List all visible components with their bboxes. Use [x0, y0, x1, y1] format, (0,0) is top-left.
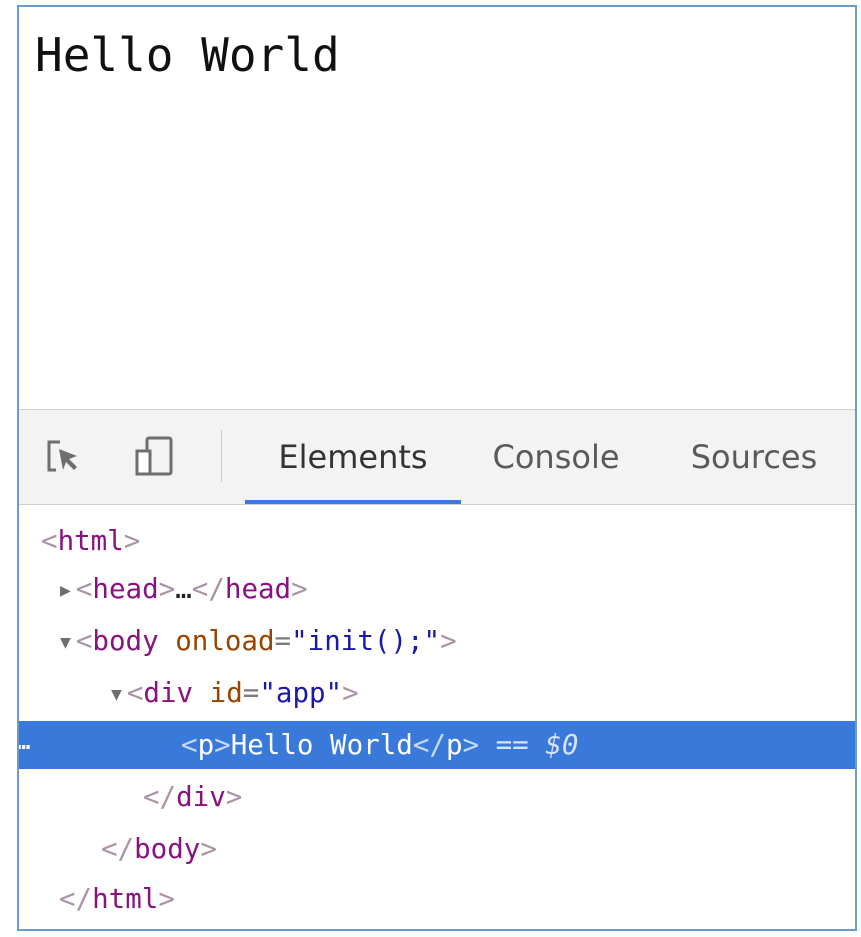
tag-name: head — [224, 573, 292, 605]
dom-node-html-open[interactable]: <html> — [19, 517, 855, 565]
dom-node-body-close[interactable]: </body> — [19, 825, 855, 873]
bracket: </ — [143, 781, 177, 813]
dom-node-div[interactable]: ▼ <div id="app"> — [19, 669, 855, 717]
bracket: > — [462, 729, 480, 761]
attribute-name: onload — [175, 625, 275, 657]
bracket: < — [75, 625, 93, 657]
tab-console[interactable]: Console — [481, 410, 631, 504]
bracket: > — [214, 729, 231, 761]
browser-window: Hello World Elements Console Sources <ht… — [17, 5, 857, 931]
attribute-value: "app" — [259, 677, 343, 709]
bracket: < — [75, 573, 93, 605]
bracket: > — [291, 573, 308, 605]
dom-node-div-close[interactable]: </div> — [19, 773, 855, 821]
bracket: < — [41, 525, 58, 557]
bracket: > — [158, 573, 176, 605]
page-paragraph: Hello World — [35, 28, 340, 82]
tab-elements[interactable]: Elements — [245, 410, 461, 504]
attribute-name: id — [209, 677, 243, 709]
collapsed-content[interactable]: … — [175, 573, 192, 605]
bracket: < — [181, 729, 198, 761]
attribute-equals: = — [274, 625, 292, 657]
collapse-arrow-icon[interactable]: ▼ — [60, 619, 71, 667]
selected-node-marker: == $0 — [495, 729, 579, 761]
dom-node-p-selected[interactable]: … <p>Hello World</p> == $0 — [19, 721, 855, 769]
bracket: </ — [191, 573, 225, 605]
devtools-toolbar: Elements Console Sources — [19, 409, 855, 505]
bracket: > — [200, 833, 217, 865]
device-toolbar-icon[interactable] — [133, 434, 177, 478]
tag-name: div — [143, 677, 194, 709]
page-viewport: Hello World — [19, 7, 855, 409]
expand-arrow-icon[interactable]: ▶ — [60, 567, 71, 615]
tag-name: p — [445, 729, 463, 761]
bracket: > — [225, 781, 243, 813]
tag-name: html — [92, 883, 159, 915]
tab-sources[interactable]: Sources — [675, 410, 833, 504]
bracket: </ — [412, 729, 446, 761]
dom-node-head[interactable]: ▶ <head>…</head> — [19, 565, 855, 613]
bracket: > — [158, 883, 175, 915]
tag-name: div — [176, 781, 226, 813]
tag-name: html — [57, 525, 124, 557]
collapse-arrow-icon[interactable]: ▼ — [111, 671, 122, 719]
bracket: < — [126, 677, 144, 709]
bracket: > — [342, 677, 359, 709]
tag-name: body — [92, 625, 159, 657]
attribute-equals: = — [242, 677, 260, 709]
tag-name: body — [134, 833, 201, 865]
elements-dom-tree: <html> ▶ <head>…</head> ▼ <body onload="in… — [19, 505, 855, 929]
tag-name: p — [197, 729, 215, 761]
attribute-value: "init();" — [291, 625, 441, 657]
inspect-element-icon[interactable] — [41, 434, 85, 478]
tag-name: head — [92, 573, 159, 605]
dom-node-body[interactable]: ▼ <body onload="init();"> — [19, 617, 855, 665]
dom-node-html-close[interactable]: </html> — [19, 875, 855, 923]
toolbar-divider — [221, 430, 222, 482]
bracket: > — [123, 525, 141, 557]
node-actions-ellipsis[interactable]: … — [19, 721, 30, 765]
text-node: Hello World — [230, 729, 413, 761]
bracket: </ — [101, 833, 135, 865]
bracket: > — [440, 625, 457, 657]
bracket: </ — [59, 883, 93, 915]
